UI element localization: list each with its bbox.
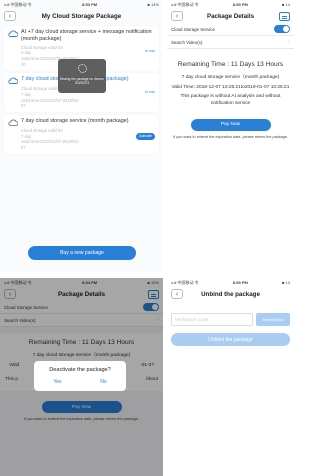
package-details-screen: •ull 中国移动 令 8:55 PM ■ 14 ‹ Package Detai… [167, 0, 294, 230]
clock-label: 8:55 PM [232, 2, 248, 7]
carrier-label: •ull 中国移动 令 [171, 1, 199, 7]
unbind-package-button[interactable]: Unbind the package [171, 333, 290, 346]
search-videos-row[interactable]: Search Video(s) › [167, 36, 294, 49]
page-title: Package Details [206, 12, 255, 20]
clock-label: 8:53 PM [81, 2, 98, 7]
back-button[interactable]: ‹ [4, 11, 16, 21]
battery-label: ■ 14% [147, 2, 159, 7]
nav-bar: ‹ Package Details [167, 9, 294, 23]
buy-new-package-button[interactable]: Buy a new package [28, 246, 136, 260]
battery-label: ■ 13 [282, 280, 290, 285]
cloud-icon [8, 30, 18, 37]
status-bar: •ull 中国移动 令 8:53 PM ■ 14% [0, 0, 163, 9]
package-title: AI +7 day cloud storage service + messag… [21, 29, 152, 42]
back-button[interactable]: ‹ [171, 289, 183, 299]
page-title: Unbind the package [201, 290, 260, 298]
package-title: 7 day cloud storage service (month packa… [21, 117, 129, 124]
nav-bar: ‹ My Cloud Storage Package [0, 9, 163, 23]
package-detail: 07 [21, 103, 26, 109]
carrier-label: •ull 中国移动 令 [4, 1, 32, 7]
row-label: Search Video(s) [171, 39, 203, 45]
row-label: Cloud Storage Service [171, 26, 215, 32]
status-bar: •ull 中国移动 令 8:55 PM ■ 13 [167, 278, 294, 287]
pay-now-button[interactable]: Pay Now [190, 118, 271, 131]
valid-time: Valid Time: 2018-12-07 10:25:21to2019-01… [171, 84, 290, 90]
deactivate-dialog: Deactivate the package? Yes No [34, 361, 126, 391]
menu-icon[interactable] [279, 11, 290, 21]
resend-button[interactable]: Resend(0s) [256, 313, 290, 326]
package-note: This package is without AI analysis and … [180, 94, 281, 107]
deactivate-package-screen: •ull 中国移动 令 8:54 PM ■ 15% ‹ Package Deta… [0, 278, 163, 476]
status-bar: •ull 中国移动 令 8:55 PM ■ 14 [167, 0, 294, 9]
battery-label: ■ 14 [282, 2, 290, 7]
unbind-package-screen: •ull 中国移动 令 8:55 PM ■ 13 ‹ Unbind the pa… [167, 278, 294, 476]
toast-message: Binding the package for device: 20192373 [59, 77, 105, 85]
binding-toast: Binding the package for device: 20192373 [58, 59, 106, 93]
dialog-question: Deactivate the package? [49, 367, 111, 373]
chevron-left-icon: ‹ [175, 12, 179, 20]
service-name: 7 day cloud storage service（month packag… [181, 75, 280, 80]
nav-bar: ‹ Unbind the package [167, 287, 294, 301]
package-status: In use [145, 90, 155, 95]
renew-note: If you want to extend the expiration dat… [173, 134, 288, 139]
my-cloud-storage-screen: •ull 中国移动 令 8:53 PM ■ 14% ‹ My Cloud Sto… [0, 0, 163, 272]
cloud-outline-icon [8, 119, 18, 126]
no-button[interactable]: No [100, 379, 106, 385]
clock-label: 8:55 PM [232, 280, 248, 285]
verification-code-input[interactable]: Verification Code [171, 313, 253, 326]
back-button[interactable]: ‹ [171, 11, 183, 21]
package-info-card: Remaining Time : 11 Days 13 Hours 7 day … [167, 55, 294, 115]
remaining-time: Remaining Time : 11 Days 13 Hours [177, 61, 284, 68]
package-card[interactable]: 7 day cloud storage service (month packa… [4, 114, 159, 154]
package-status: In use [145, 48, 155, 53]
carrier-label: •ull 中国移动 令 [171, 279, 199, 285]
chevron-right-icon: › [288, 39, 290, 45]
package-detail: Valid time:2018/12/07-2019/01/ [21, 139, 79, 145]
chevron-left-icon: ‹ [175, 290, 179, 298]
chevron-left-icon: ‹ [8, 12, 12, 20]
loading-spinner-icon [77, 64, 87, 73]
page-title: My Cloud Storage Package [41, 12, 122, 20]
yes-button[interactable]: Yes [53, 379, 61, 385]
package-detail: 07 [21, 144, 26, 150]
verification-row: Verification Code Resend(0s) [167, 313, 294, 326]
activate-button[interactable]: Activate [136, 132, 155, 140]
package-detail: Valid time:2018/12/07-2019/01/ [21, 97, 79, 103]
cloud-storage-toggle[interactable] [274, 25, 290, 33]
cloud-storage-row: Cloud Storage Service [167, 23, 294, 36]
cloud-icon [8, 77, 18, 85]
